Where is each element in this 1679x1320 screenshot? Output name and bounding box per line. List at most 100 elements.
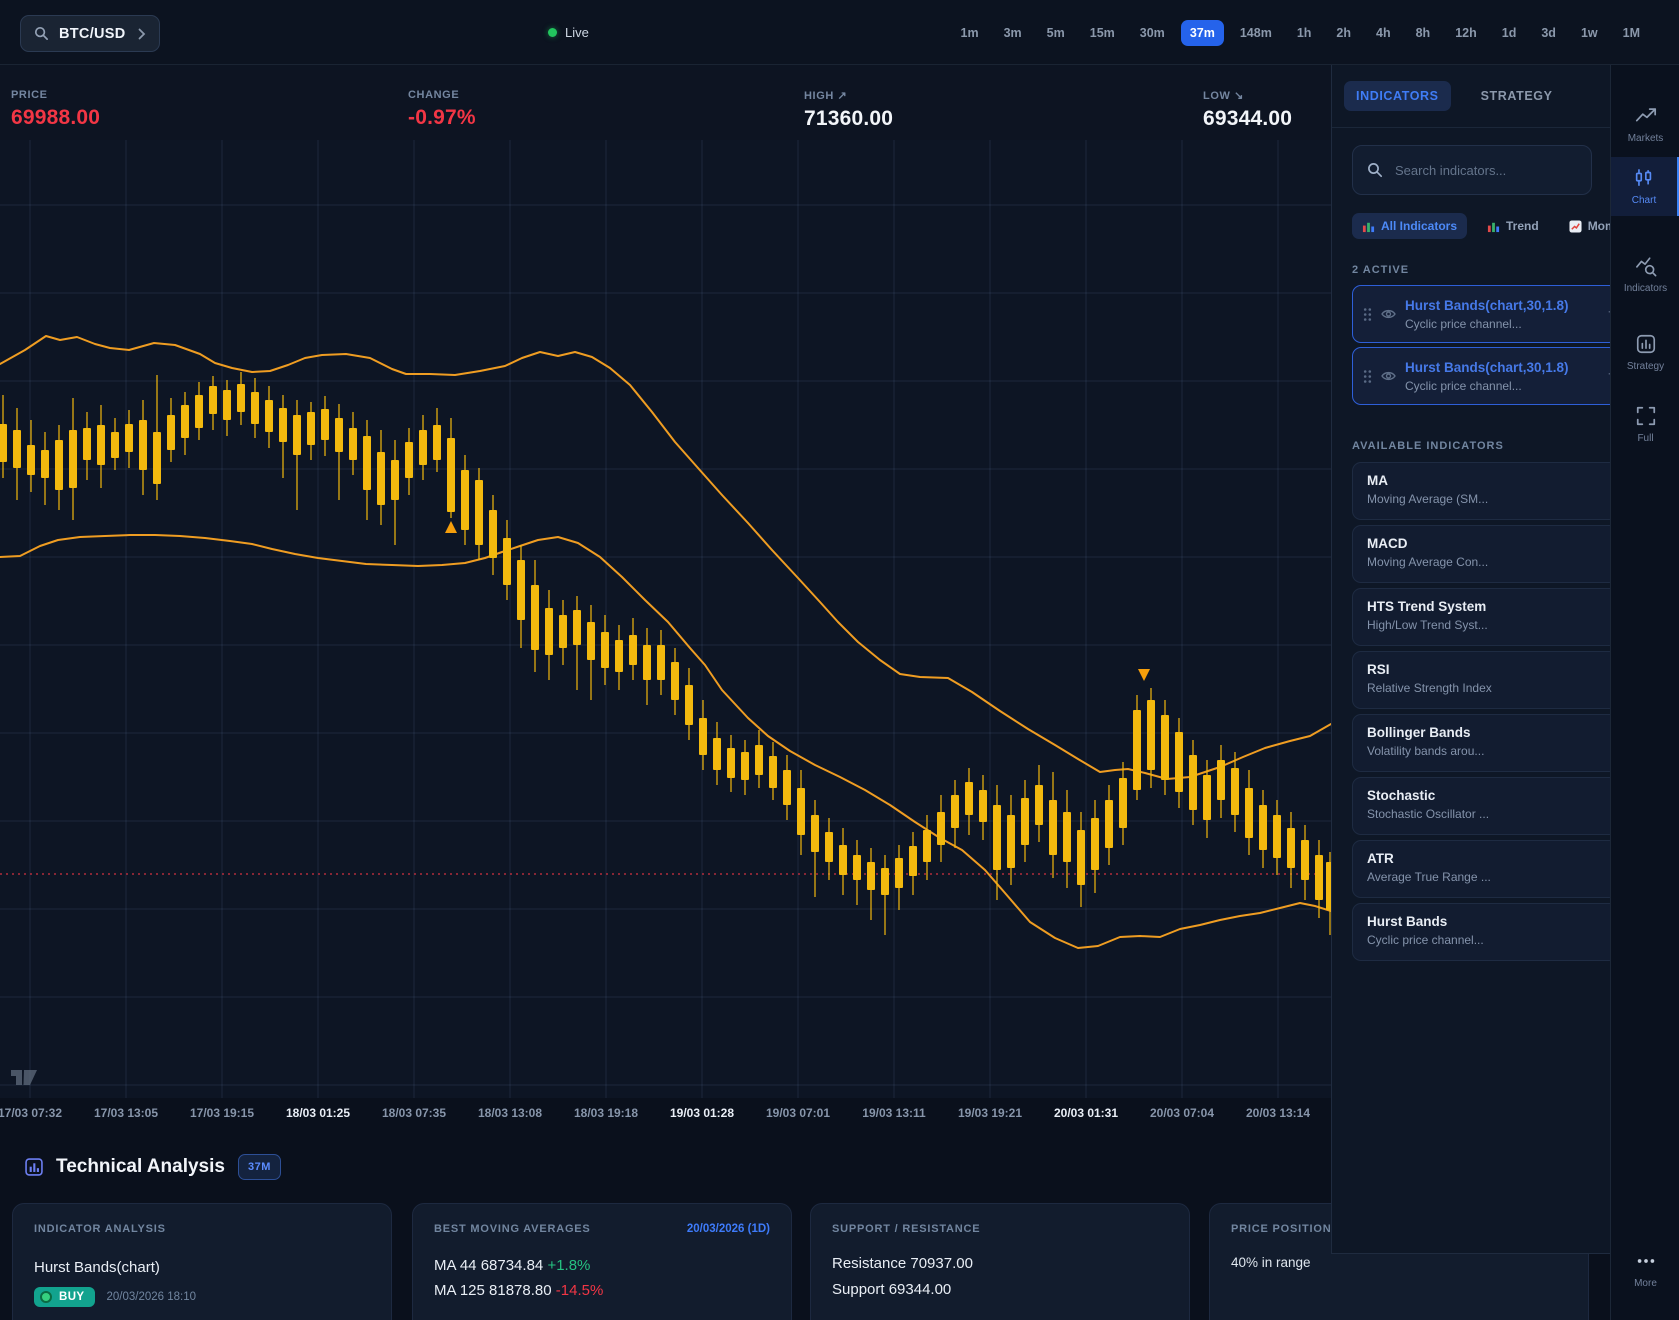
- tab-indicators[interactable]: INDICATORS: [1344, 81, 1451, 111]
- price-position-value: 40% in range: [1231, 1255, 1567, 1270]
- indicator-analysis-card: INDICATOR ANALYSIS Hurst Bands(chart) BU…: [12, 1203, 392, 1320]
- timeframe-2h[interactable]: 2h: [1327, 20, 1360, 46]
- timeframe-4h[interactable]: 4h: [1367, 20, 1400, 46]
- timeframe-3d[interactable]: 3d: [1532, 20, 1565, 46]
- available-indicator-atr[interactable]: ATRAverage True Range ...: [1352, 840, 1618, 898]
- stat-low-label: LOW ↘: [1203, 89, 1292, 102]
- time-axis-label: 20/03 07:04: [1150, 1106, 1214, 1120]
- filter-chip-all-indicators[interactable]: All Indicators: [1352, 213, 1467, 239]
- toolbar-markets[interactable]: Markets: [1611, 95, 1679, 154]
- timeframe-1m[interactable]: 1m: [952, 20, 988, 46]
- active-indicator-description: Cyclic price channel...: [1405, 379, 1569, 393]
- active-indicator-description: Cyclic price channel...: [1405, 317, 1569, 331]
- available-indicator-macd[interactable]: MACD Moving Average Con...: [1352, 525, 1618, 583]
- symbol-label: BTC/USD: [59, 26, 126, 42]
- available-indicator-bollinger-bands[interactable]: Bollinger BandsVolatility bands arou...: [1352, 714, 1618, 772]
- toolbar-strategy[interactable]: Strategy: [1611, 323, 1679, 382]
- indicator-name: RSI: [1367, 662, 1603, 677]
- analysis-title: Technical Analysis: [56, 1156, 225, 1178]
- analysis-timeframe-badge[interactable]: 37M: [238, 1154, 281, 1180]
- active-indicators-label: 2 ACTIVE: [1352, 264, 1409, 276]
- live-label: Live: [565, 25, 589, 40]
- moving-averages-date: 20/03/2026 (1D): [687, 1223, 770, 1235]
- time-axis-label: 20/03 01:31: [1054, 1106, 1118, 1120]
- chart-up-icon: [1569, 220, 1582, 233]
- time-axis-label: 17/03 13:05: [94, 1106, 158, 1120]
- active-indicator-card[interactable]: Hurst Bands(chart,30,1.8) Cyclic price ch…: [1352, 347, 1618, 405]
- active-indicator-name: Hurst Bands(chart,30,1.8): [1405, 298, 1569, 313]
- indicator-search[interactable]: [1352, 145, 1592, 195]
- indicator-description: High/Low Trend Syst...: [1367, 618, 1603, 632]
- tab-strategy[interactable]: STRATEGY: [1469, 81, 1565, 111]
- indicator-name: Hurst Bands(chart): [34, 1259, 370, 1276]
- fullscreen-icon: [1635, 405, 1657, 427]
- toolbar-indicators[interactable]: Indicators: [1611, 245, 1679, 304]
- signal-dot-icon: [40, 1291, 52, 1303]
- drag-handle-icon[interactable]: [1363, 307, 1372, 322]
- buy-signal-badge[interactable]: BUY: [34, 1287, 95, 1307]
- price-chart[interactable]: [0, 140, 1331, 1098]
- time-axis-label: 18/03 13:08: [478, 1106, 542, 1120]
- timeframe-148m[interactable]: 148m: [1231, 20, 1281, 46]
- candlestick-chart-canvas[interactable]: [0, 140, 1331, 1098]
- indicator-name: ATR: [1367, 851, 1603, 866]
- available-indicator-hts-trend-system[interactable]: HTS Trend System High/Low Trend Syst...: [1352, 588, 1618, 646]
- indicator-description: Relative Strength Index: [1367, 681, 1603, 695]
- timeframe-list: 1m 3m 5m 15m 30m 37m 148m 1h2h 4h 8h12h 1d3d 1w 1M: [952, 0, 1649, 65]
- ma-row: MA 44 68734.84 +1.8%: [434, 1253, 770, 1278]
- analysis-chart-icon: [25, 1158, 43, 1176]
- toolbar-full[interactable]: Full: [1611, 395, 1679, 454]
- stat-high: HIGH ↗ 71360.00: [804, 89, 893, 131]
- timeframe-1w[interactable]: 1w: [1572, 20, 1607, 46]
- stat-low: LOW ↘ 69344.00: [1203, 89, 1292, 131]
- stat-price: PRICE 69988.00: [11, 89, 100, 130]
- timeframe-1h[interactable]: 1h: [1288, 20, 1321, 46]
- timeframe-8h[interactable]: 8h: [1407, 20, 1440, 46]
- available-indicator-ma[interactable]: MAMoving Average (SM...: [1352, 462, 1618, 520]
- time-axis-label: 20/03 13:14: [1246, 1106, 1310, 1120]
- indicator-name: MACD: [1367, 536, 1603, 551]
- timeframe-30m[interactable]: 30m: [1131, 20, 1174, 46]
- indicator-name: HTS Trend System: [1367, 599, 1603, 614]
- indicator-description: Moving Average Con...: [1367, 555, 1603, 569]
- toolbar-chart[interactable]: Chart: [1611, 157, 1679, 216]
- filter-chip-trend[interactable]: Trend: [1477, 213, 1549, 239]
- available-indicator-hurst-bands[interactable]: Hurst BandsCyclic price channel...: [1352, 903, 1618, 961]
- visibility-eye-icon[interactable]: [1381, 370, 1396, 382]
- stat-price-label: PRICE: [11, 89, 100, 101]
- stat-change: CHANGE -0.97%: [408, 89, 476, 130]
- time-axis-label: 17/03 07:32: [0, 1106, 62, 1120]
- timeframe-1d[interactable]: 1d: [1493, 20, 1526, 46]
- timeframe-37m[interactable]: 37m: [1181, 20, 1224, 46]
- stat-high-label: HIGH ↗: [804, 89, 893, 102]
- available-indicator-stochastic[interactable]: StochasticStochastic Oscillator ...: [1352, 777, 1618, 835]
- time-axis-label: 18/03 01:25: [286, 1106, 350, 1120]
- toolbar-more[interactable]: More: [1611, 1240, 1679, 1299]
- stat-low-value: 69344.00: [1203, 107, 1292, 131]
- timeframe-1M[interactable]: 1M: [1614, 20, 1649, 46]
- time-axis-label: 19/03 01:28: [670, 1106, 734, 1120]
- stat-price-value: 69988.00: [11, 106, 100, 130]
- bar-chart-icon: [1362, 220, 1375, 233]
- active-indicator-name: Hurst Bands(chart,30,1.8): [1405, 360, 1569, 375]
- time-axis-label: 19/03 07:01: [766, 1106, 830, 1120]
- indicator-search-input[interactable]: [1395, 163, 1565, 178]
- drag-handle-icon[interactable]: [1363, 369, 1372, 384]
- support-value: Support 69344.00: [832, 1277, 1168, 1303]
- strategy-icon: [1635, 333, 1657, 355]
- indicator-name: Hurst Bands: [1367, 914, 1603, 929]
- timeframe-15m[interactable]: 15m: [1081, 20, 1124, 46]
- time-axis-label: 18/03 07:35: [382, 1106, 446, 1120]
- symbol-selector[interactable]: BTC/USD: [20, 15, 160, 52]
- timeframe-3m[interactable]: 3m: [995, 20, 1031, 46]
- signal-timestamp: 20/03/2026 18:10: [106, 1291, 196, 1303]
- active-indicator-card[interactable]: Hurst Bands(chart,30,1.8) Cyclic price ch…: [1352, 285, 1618, 343]
- stats-bar: PRICE 69988.00 CHANGE -0.97% HIGH ↗ 7136…: [0, 65, 1331, 140]
- timeframe-12h[interactable]: 12h: [1446, 20, 1486, 46]
- ma-row: MA 125 81878.80 -14.5%: [434, 1278, 770, 1303]
- stat-change-label: CHANGE: [408, 89, 476, 101]
- visibility-eye-icon[interactable]: [1381, 308, 1396, 320]
- available-indicator-rsi[interactable]: RSI Relative Strength Index: [1352, 651, 1618, 709]
- top-bar: BTC/USD Live 1m 3m 5m 15m 30m 37m 148m 1h2h 4h 8h…: [0, 0, 1679, 65]
- timeframe-5m[interactable]: 5m: [1038, 20, 1074, 46]
